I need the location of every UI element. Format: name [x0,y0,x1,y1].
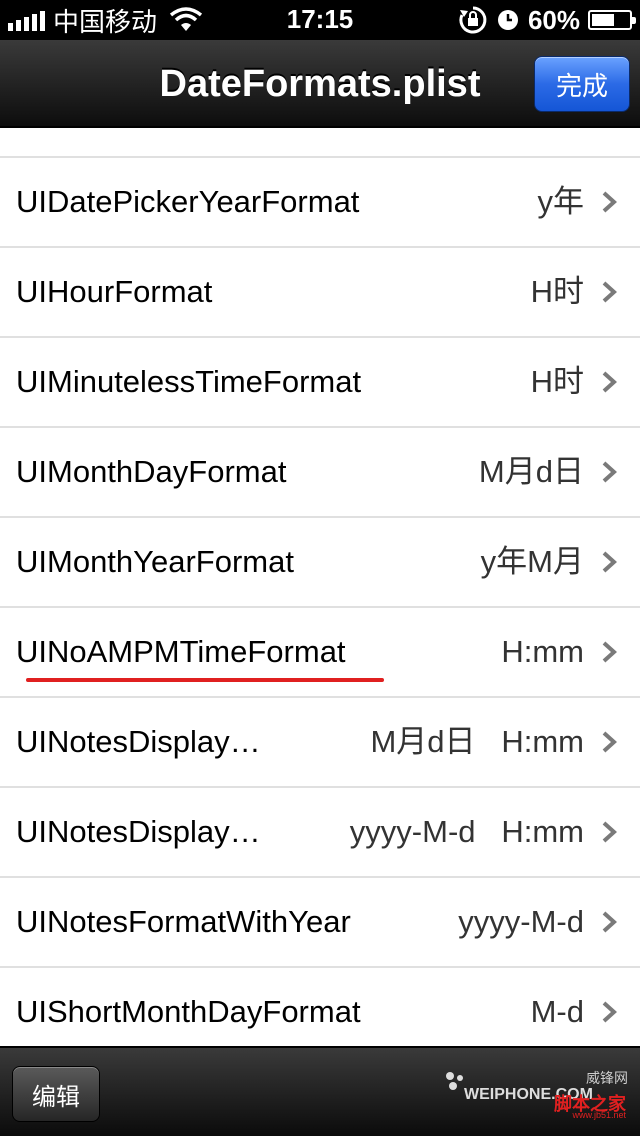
table-row[interactable]: UINotesFormatWithYear yyyy-M-d [0,878,640,968]
watermark-site2-url: www.jb51.net [572,1110,626,1120]
row-value: H时 [530,364,584,399]
wifi-icon [169,7,203,31]
chevron-right-icon [602,911,617,933]
row-key: UIMinutelessTimeFormat [16,364,362,399]
table-row[interactable]: UINotesDisplay… M月d日 H:mm [0,698,640,788]
battery-icon [588,10,636,30]
row-value: y年M月 [480,544,584,579]
row-key: UIHourFormat [16,274,213,309]
table-row[interactable]: UIMonthDayFormat M月d日 [0,428,640,518]
carrier-name: 中国移动 [53,6,158,37]
row-value: H:mm [501,634,584,669]
row-value: M-d [530,994,584,1029]
watermark: 威锋网 WEIPHONE.COM 脚本之家 www.jb51.net [444,1066,630,1126]
chevron-right-icon [602,281,617,303]
row-value: M月d日 H:mm [370,724,584,759]
table-row[interactable]: UIShortMonthDayFormat M-d [0,968,640,1046]
row-value: y年 [537,184,585,219]
table-row[interactable]: UIMonthYearFormat y年M月 [0,518,640,608]
watermark-site1: 威锋网 [586,1070,628,1086]
row-value: M月d日 [478,454,584,489]
row-value: H时 [530,274,584,309]
chevron-right-icon [602,551,617,573]
table-row[interactable]: UIHourFormat H时 [0,248,640,338]
row-key: UINotesDisplay… [16,724,261,759]
chevron-right-icon [602,1001,617,1023]
partial-row [0,130,640,158]
navigation-bar: DateFormats.plist 完成 [0,40,640,128]
rotation-lock-icon [459,6,487,34]
chevron-right-icon [602,821,617,843]
row-key: UIDatePickerYearFormat [16,184,360,219]
chevron-right-icon [602,461,617,483]
chevron-right-icon [602,371,617,393]
table-row[interactable]: UIMinutelessTimeFormat H时 [0,338,640,428]
alarm-icon [497,10,518,30]
chevron-right-icon [602,191,617,213]
bottom-toolbar: 编辑 威锋网 WEIPHONE.COM 脚本之家 www.jb51.net [0,1046,640,1136]
row-key: UIShortMonthDayFormat [16,994,361,1029]
row-key: UIMonthYearFormat [16,544,294,579]
table-row[interactable]: UIDatePickerYearFormat y年 [0,158,640,248]
highlight-underline [26,678,384,682]
chevron-right-icon [602,731,617,753]
chevron-right-icon [602,641,617,663]
row-key: UIMonthDayFormat [16,454,287,489]
row-value: yyyy-M-d [458,904,584,939]
table-row-highlighted[interactable]: UINoAMPMTimeFormat H:mm [0,608,640,698]
row-value: yyyy-M-d H:mm [349,814,584,849]
status-bar: 中国移动 17:15 60% [0,0,640,40]
weiphone-logo-icon [446,1072,463,1090]
edit-button[interactable]: 编辑 [12,1066,100,1122]
battery-percent: 60% [527,4,580,35]
signal-icon [8,9,45,31]
plist-table: UIDatePickerYearFormat y年 UIHourFormat H… [0,130,640,1046]
row-key: UINotesDisplay… [16,814,261,849]
done-button[interactable]: 完成 [534,56,630,112]
row-key: UINotesFormatWithYear [16,904,351,939]
table-row[interactable]: UINotesDisplay… yyyy-M-d H:mm [0,788,640,878]
row-key: UINoAMPMTimeFormat [16,634,346,669]
battery-level [592,14,614,26]
